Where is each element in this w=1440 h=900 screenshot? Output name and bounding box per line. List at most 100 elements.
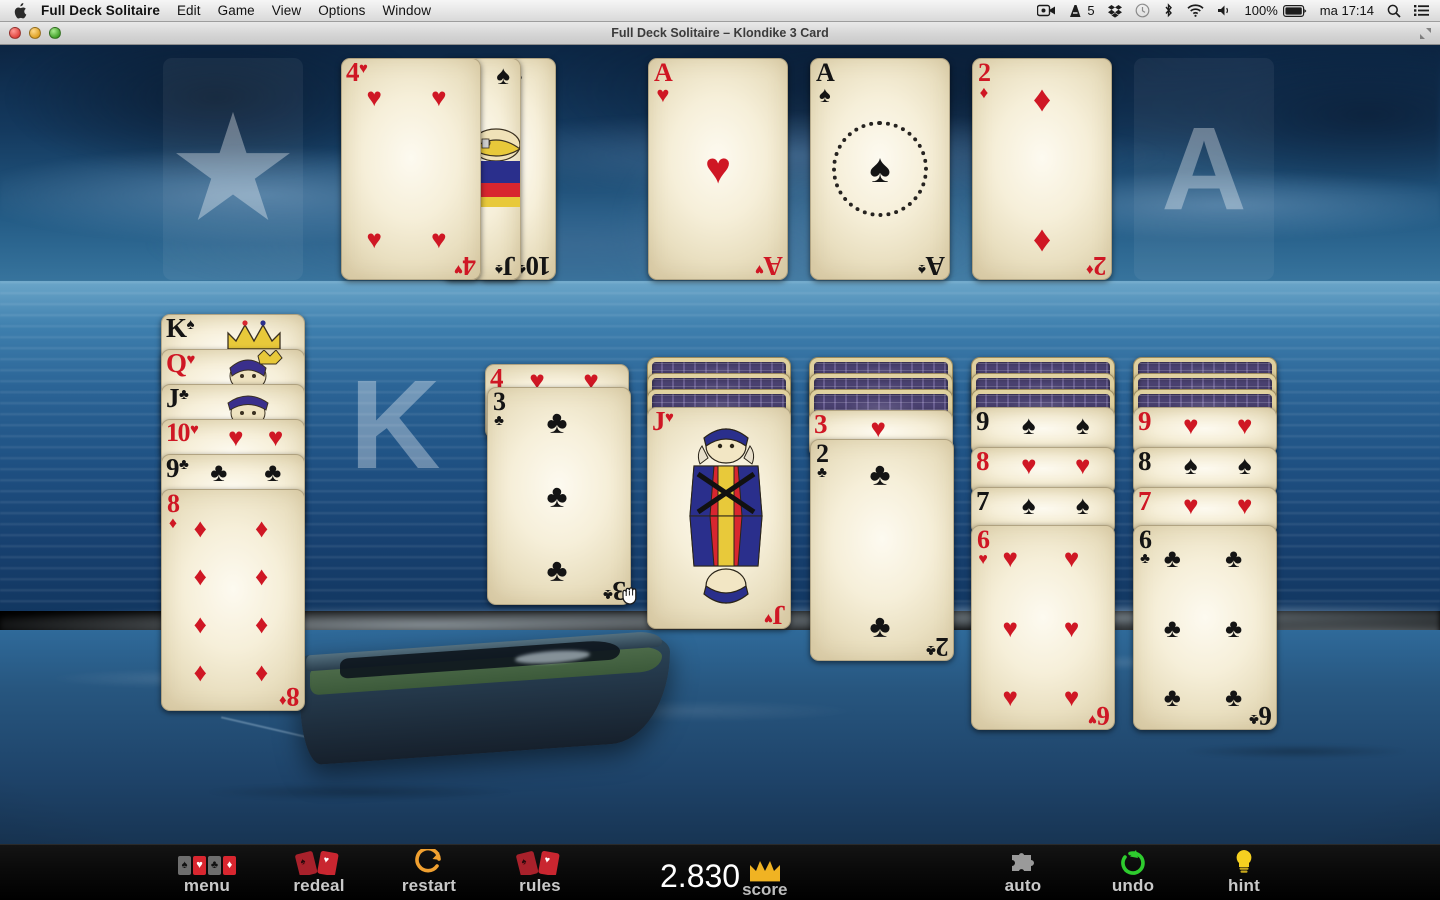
foundation-hearts-index: A ♥ [654,58,673,107]
tableau-6-card-4[interactable]: 6 ♥ 6 ♥ ♥ ♥ ♥ ♥ ♥ ♥ [971,525,1115,730]
foundation-diamonds-index-br: 2 ♦ [1086,251,1107,280]
tableau-7-card-2-pips: ♠ ♠ [1183,450,1252,480]
game-board[interactable]: ★ 10♠ ♠ ♠ ♠ J♠ ♠ [0,45,1440,900]
tableau-1-card-1-index: K ♠ [166,314,195,343]
tableau-4-card-1[interactable]: J ♥ J ♥ [647,407,791,629]
undo-button[interactable]: undo [1085,846,1181,896]
tableau-7-card-4[interactable]: 6 ♣ 6 ♣ ♣ ♣ ♣ ♣ ♣ ♣ [1133,525,1277,730]
bluetooth-icon[interactable] [1163,3,1174,18]
tableau-1-card-2-index: Q ♥ [166,349,196,378]
rules-button-label: rules [519,876,561,895]
foundation-hearts-pip: ♥ [704,144,732,193]
restart-button[interactable]: restart [381,846,477,896]
letter-a-icon[interactable]: 5 [1069,3,1095,18]
tableau-7-card-3-pips: ♥ ♥ [1183,490,1253,520]
menu-icon-spade: ♠ [178,856,191,875]
crown-icon [749,861,780,882]
menu-icon-club: ♣ [208,856,221,875]
tableau-5-card-2-pips: ♣ ♣ [869,456,891,644]
clock-icon[interactable] [1135,3,1150,18]
tableau-7-card-1-pips: ♥ ♥ [1183,410,1253,440]
rowboat [220,615,680,775]
foundation-empty[interactable]: A [1134,58,1274,280]
menu-item-game[interactable]: Game [218,3,255,18]
battery-icon[interactable] [1282,4,1307,17]
tableau-6-card-1-pips: ♠ ♠ [1021,410,1090,440]
wifi-icon[interactable] [1186,4,1204,17]
menu-item-view[interactable]: View [272,3,301,18]
tableau-5-card-1-pips: ♥ [870,413,886,443]
tableau-3-card-2[interactable]: 3 ♣ 3 ♣ ♣ ♣ ♣ [487,387,631,605]
tableau-7-card-4-index: 6 ♣ [1139,525,1152,567]
waste-card-3-index-br: 4 ♥ [454,251,476,280]
video-camera-icon[interactable] [1037,4,1056,17]
tableau-6-card-4-index-br: 6 ♥ [1088,701,1110,730]
menubar-clock[interactable]: ma 17:14 [1320,3,1374,18]
redeal-cards-icon: ♠ ♥ [294,849,344,875]
tableau-4-jack-art [689,428,763,604]
menu-button[interactable]: ♠ ♥ ♣ ♦ menu [159,846,255,896]
refresh-icon [412,849,446,875]
menu-item-edit[interactable]: Edit [177,3,201,18]
puzzle-piece-icon [1008,849,1038,875]
tableau-5-card-2-index-br: 2 ♣ [926,632,949,661]
apple-logo-icon[interactable] [13,2,27,19]
foundation-hearts[interactable]: A ♥ A ♥ ♥ [648,58,788,280]
tableau-6-card-4-index: 6 ♥ [977,525,990,568]
window-zoom-button[interactable] [49,27,61,39]
tableau-6-card-3-pips: ♠ ♠ [1021,490,1090,520]
dropbox-icon[interactable] [1107,4,1122,18]
restart-button-label: restart [401,876,457,895]
waste-card-1-index: 10 ♠ [518,251,551,280]
grab-hand-cursor [620,583,642,607]
speaker-icon[interactable] [1217,4,1232,17]
rules-button[interactable]: ♠ ♥ rules [492,846,588,896]
menu-item-options[interactable]: Options [318,3,365,18]
window-close-button[interactable] [9,27,21,39]
rules-cards-icon: ♠ ♥ [515,849,565,875]
tableau-1-card-6[interactable]: 8 ♦ 8 ♦ ♦ ♦ ♦ ♦ ♦ ♦ ♦ ♦ [161,489,305,711]
hint-button[interactable]: hint [1196,846,1292,896]
stock-placeholder-mark: ★ [173,95,293,242]
tableau-2-empty-slot[interactable]: K [323,314,467,536]
tableau-7-card-4-pips: ♣ ♣ ♣ ♣ ♣ ♣ [1163,542,1243,713]
tableau-5-card-2-index: 2 ♣ [816,439,829,481]
tableau-1-card-3-index: J ♣ [166,384,189,413]
game-toolbar: ♠ ♥ ♣ ♦ menu ♠ ♥ redeal restart ♠ ♥ rule… [0,844,1440,900]
tableau-1-card-6-index: 8 ♦ [167,489,180,532]
tableau-1-card-5-pips: ♣ ♣ [210,457,282,487]
tableau-1-card-6-pips: ♦ ♦ ♦ ♦ ♦ ♦ ♦ ♦ [193,512,269,688]
foundation-placeholder-mark: A [1161,103,1247,235]
foundation-diamonds-index: 2 ♦ [978,58,991,102]
mac-menu-bar: Full Deck Solitaire Edit Game View Optio… [0,0,1440,22]
tableau-3-card-2-pips: ♣ ♣ ♣ [546,403,568,589]
foundation-spades-index: A ♠ [816,58,835,107]
menubar-status-tray: 5 100% ma 17:14 [1037,3,1429,18]
menu-item-window[interactable]: Window [382,3,431,18]
foundation-hearts-index-br: A ♥ [755,251,783,280]
stock-pile[interactable]: ★ [163,58,303,280]
list-icon[interactable] [1414,4,1429,17]
redeal-button-label: redeal [293,876,345,895]
window-controls [9,27,61,39]
tableau-5-card-2[interactable]: 2 ♣ 2 ♣ ♣ ♣ [810,439,954,661]
window-minimize-button[interactable] [29,27,41,39]
hint-button-label: hint [1228,876,1260,895]
score-display: 2.830 score [660,846,787,898]
foundation-diamonds[interactable]: 2 ♦ 2 ♦ ♦ ♦ [972,58,1112,280]
foundation-spades[interactable]: A ♠ A ♠ ♠ [810,58,950,280]
waste-card-3[interactable]: 4 ♥ 4 ♥ ♥ ♥ ♥ ♥ [341,58,481,280]
waste-card-3-index: 4 ♥ [346,58,368,87]
auto-button[interactable]: auto [975,846,1071,896]
waste-card-2-index: J ♠ [495,251,516,280]
lightbulb-icon [1233,849,1255,875]
redeal-button[interactable]: ♠ ♥ redeal [271,846,367,896]
window-title-bar: Full Deck Solitaire – Klondike 3 Card [0,22,1440,45]
foundation-diamonds-pip-bottom: ♦ [1032,218,1052,260]
tableau-2-placeholder-mark: K [349,354,441,495]
score-value: 2.830 [660,858,741,894]
menu-app-title[interactable]: Full Deck Solitaire [41,3,160,18]
fullscreen-icon[interactable] [1419,27,1432,40]
search-icon[interactable] [1387,4,1401,18]
tableau-4-card-1-index: J ♥ [652,407,674,436]
